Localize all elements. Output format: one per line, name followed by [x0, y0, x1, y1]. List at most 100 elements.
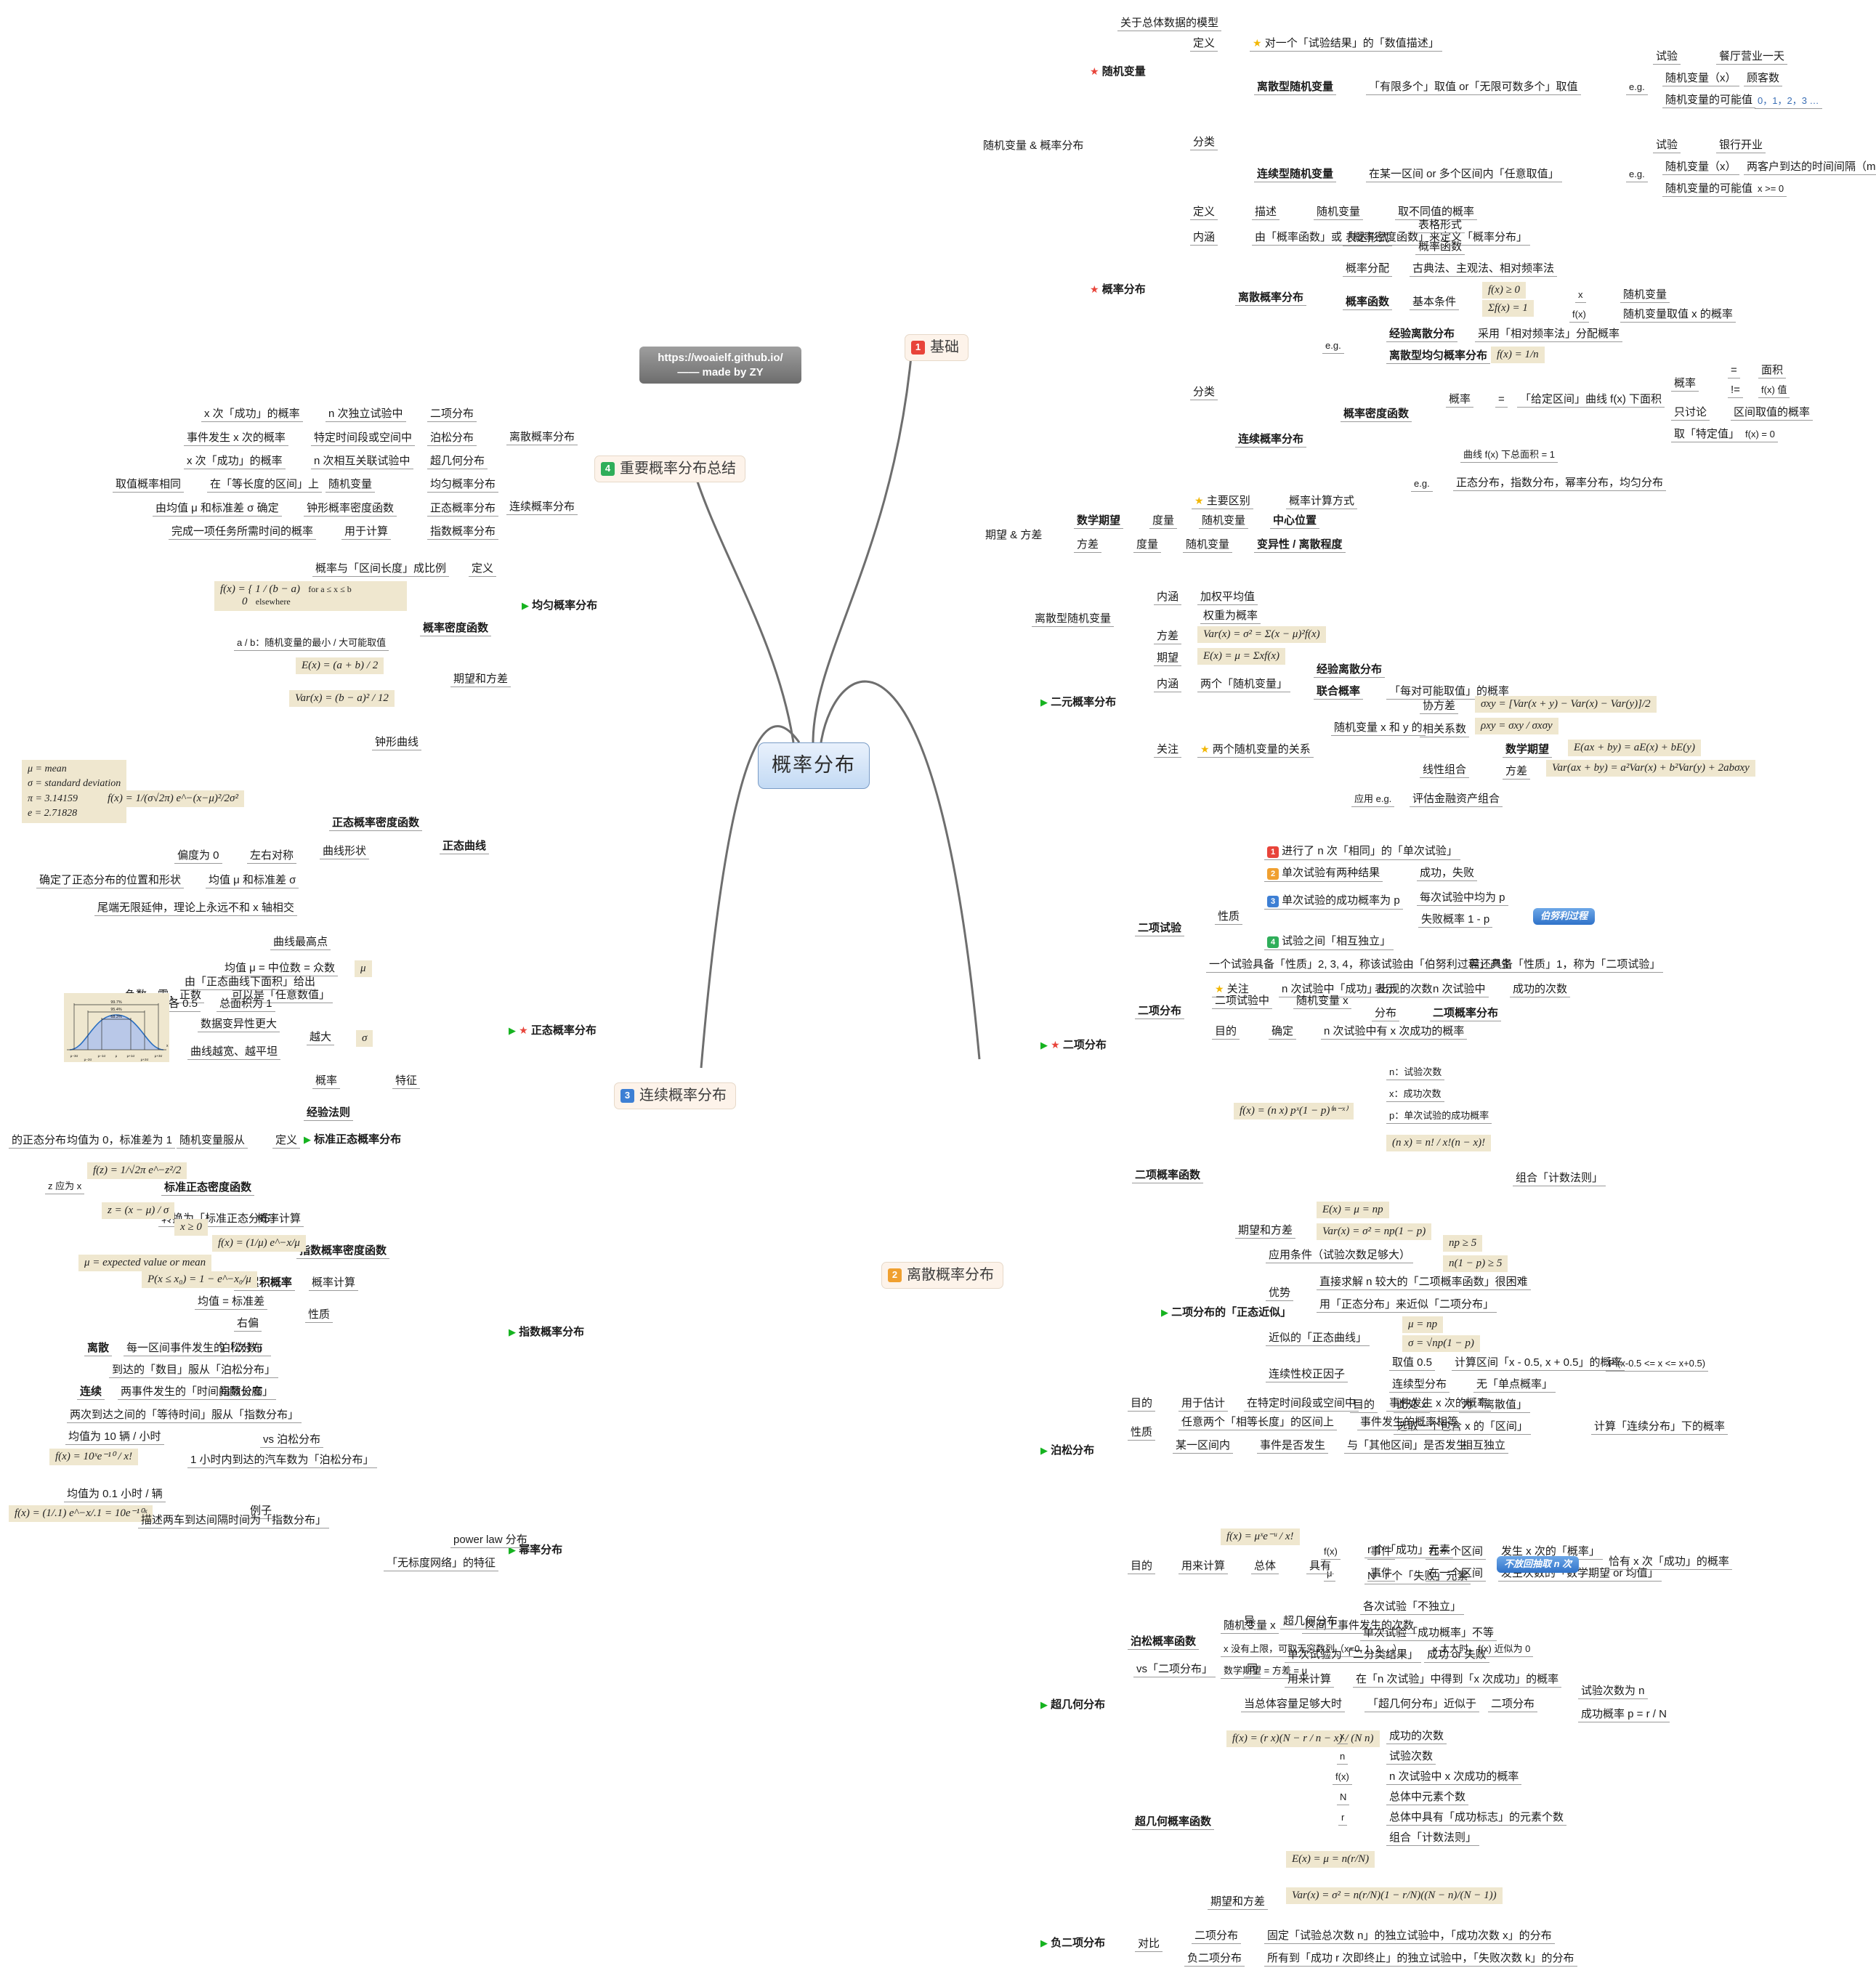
hyp-big-d2: 成功概率 p = r / N [1578, 1707, 1670, 1723]
std-def-a: 随机变量服从 [177, 1133, 248, 1149]
stdnormal-title[interactable]: ▶ 标准正态概率分布 [304, 1133, 401, 1146]
biv-empirical: 经验离散分布 [1314, 663, 1386, 679]
sum-r1c: 泊松分布 [427, 431, 477, 447]
sum-r2a: x 次「成功」的概率 [184, 454, 286, 470]
pd-continuous-eg: e.g. [1411, 478, 1433, 492]
bnorm-cond2: n(1 − p) ≥ 5 [1443, 1255, 1508, 1273]
negbin-title[interactable]: ▶ 负二项分布 [1040, 1937, 1105, 1949]
pd-pf-cond: 基本条件 [1410, 295, 1460, 311]
hyp-goal-c: 具有 [1306, 1559, 1335, 1575]
star-icon: ★ [1051, 1039, 1060, 1050]
pois-goal-b: 在特定时间段或空间中 [1244, 1396, 1359, 1412]
sum-r2b: n 次相互关联试验中 [311, 454, 413, 470]
exponential-title[interactable]: ▶ 指数概率分布 [509, 1326, 584, 1338]
bpf-ev-label: 期望和方差 [1235, 1223, 1296, 1239]
sum-r3c: 随机变量 [326, 477, 376, 493]
bnorm-approx-mu: μ = np [1402, 1316, 1444, 1334]
drv-exp-label: 期望 [1154, 651, 1182, 667]
normal-title[interactable]: ▶ ★ 正态概率分布 [509, 1024, 597, 1037]
pd-title-label: 概率分布 [1101, 283, 1146, 296]
bpf-t0: n：试验次数 [1386, 1066, 1445, 1080]
negbin-r1b: 固定「试验总次数 n」的独立试验中，「成功次数 x」的分布 [1264, 1929, 1555, 1945]
pd-pf-label: 概率函数 [1343, 295, 1393, 311]
flag-icon: ▶ [1040, 697, 1048, 708]
hyp-t5v: 组合「计数法则」 [1386, 1831, 1480, 1847]
binomial-title[interactable]: ▶ ★ 二项分布 [1040, 1039, 1107, 1051]
uniform-title[interactable]: ▶ 均匀概率分布 [522, 599, 597, 612]
exp-pdf-formula: f(x) = (1/μ) e^−x/μ [212, 1235, 306, 1252]
pd-eg2: 离散型均匀概率分布 [1386, 349, 1491, 365]
normal-sigma-bigger: 越大 [307, 1030, 335, 1046]
pois-pf-label: 泊松概率函数 [1128, 1635, 1200, 1651]
pois-prop2a: 某一区间内 [1173, 1438, 1234, 1454]
sum-r5b: 用于计算 [341, 525, 392, 540]
hyper-title[interactable]: ▶ 超几何分布 [1040, 1698, 1105, 1711]
bnorm-corr-calc-v: P (x-0.5 <= x <= x+0.5) [1606, 1358, 1709, 1372]
btrial-p1x: 成功，失败 [1417, 866, 1478, 882]
poisson-title[interactable]: ▶ 泊松分布 [1040, 1444, 1094, 1457]
bnorm-corr-calc-label: 计算区间「x - 0.5, x + 0.5」的概率 [1452, 1356, 1625, 1372]
uni-def-value: 概率与「区间长度」成比例 [312, 562, 450, 578]
chart-label-954: 95.4% [110, 1008, 121, 1012]
pois-sym-fx: f(x) [1321, 1546, 1341, 1560]
rv-title-label: 随机变量 [1101, 65, 1146, 78]
hyp-goal-d2: N - r 个「失败」元素 [1364, 1569, 1471, 1585]
normal-feat-label: 特征 [392, 1074, 421, 1090]
root-node[interactable]: 概率分布 [758, 742, 870, 789]
pd-def-a: 描述 [1252, 205, 1280, 221]
normal-mu-label: μ [355, 960, 372, 978]
rv-title: ★ 随机变量 [1090, 65, 1146, 78]
exp-calc-label: 概率计算 [309, 1276, 359, 1292]
branch-label: 离散概率分布 [907, 1267, 994, 1283]
normal-pdf-label: 正态概率密度函数 [329, 816, 423, 832]
normal-shape1b: 左右对称 [247, 849, 297, 864]
hyp-goal-d1: r 个「成功」元素 [1364, 1543, 1454, 1559]
pois-prop1a: 任意两个「相等长度」的区间上 [1178, 1415, 1338, 1431]
rv-d-r0k: 试验 [1653, 49, 1681, 65]
normal-shape1a: 偏度为 0 [174, 849, 222, 864]
branch-basics[interactable]: 1 基础 [905, 334, 969, 361]
hyp-diff-title: 超几何分布 [1280, 1614, 1341, 1630]
btrial-prop-label: 性质 [1215, 910, 1243, 926]
btrial-p3: 4 试验之间「相互独立」 [1264, 934, 1394, 951]
negbin-r1a: 二项分布 [1192, 1929, 1242, 1945]
star-icon: ★ [1253, 37, 1262, 49]
pois-goal-c: 事件发生 x 次的概率 [1386, 1396, 1491, 1412]
hyp-same1b: 成功 or 失败 [1424, 1648, 1489, 1664]
normal-shape2a: 确定了正态分布的位置和形状 [36, 873, 185, 889]
prop-number: 3 [1267, 896, 1279, 908]
btrial-title: 二项试验 [1135, 921, 1185, 937]
sum-r1b: 特定时间段或空间中 [311, 431, 416, 447]
branch-summary[interactable]: 4 重要概率分布总结 [594, 455, 745, 482]
bdist-r2d: 二项概率分布 [1430, 1006, 1502, 1022]
pd-total-area: 曲线 f(x) 下总面积 = 1 [1460, 449, 1558, 463]
hyp-t3v: 总体中元素个数 [1386, 1790, 1469, 1806]
negbin-r2a: 负二项分布 [1184, 1951, 1245, 1967]
summary-continuous-label: 连续概率分布 [506, 500, 578, 516]
branch-continuous[interactable]: 3 连续概率分布 [614, 1082, 736, 1109]
power-a: power law 分布 [450, 1533, 530, 1549]
sum-r3a: 取值概率相同 [113, 477, 185, 493]
pois-goal-a: 用于估计 [1178, 1396, 1229, 1412]
ev-r1c: 随机变量 [1183, 538, 1233, 554]
exp-ex1-mean: 均值为 10 辆 / 小时 [65, 1430, 164, 1446]
normal-sigma-label: σ [356, 1030, 373, 1048]
normal-sig2: 曲线越宽、越平坦 [187, 1045, 281, 1061]
pd-sub1-op: != [1728, 383, 1743, 399]
bivariate-title[interactable]: ▶ 二元概率分布 [1040, 696, 1116, 708]
hyp-pf-formula: f(x) = (r x)(N − r / n − x) / (N n) [1226, 1730, 1380, 1748]
exp-ex1-formula: f(x) = 10ˣe⁻¹⁰ / x! [49, 1449, 139, 1466]
bdist-r1a: 二项试验中 [1212, 994, 1273, 1010]
pd-sym-fx: f(x) [1569, 309, 1589, 323]
pd-discrete-name: 离散概率分布 [1235, 291, 1307, 307]
std-def-label: 定义 [272, 1133, 301, 1149]
bpf-var-formula: Var(x) = σ² = np(1 − p) [1317, 1223, 1432, 1241]
branch-discrete[interactable]: 2 离散概率分布 [881, 1262, 1003, 1289]
std-z-formula: z = (x − μ) / σ [102, 1202, 175, 1220]
sum-r3b: 在「等长度的区间」上 [207, 477, 323, 493]
bernoulli-bubble: 伯努利过程 [1533, 908, 1596, 925]
empirical-rule-chart: 99.7% 95.4% 68.3% μ−3σ μ−2σ μ−1σ μ μ+1σ … [64, 993, 169, 1062]
flag-icon: ▶ [509, 1025, 516, 1036]
drv-inner-label: 内涵 [1154, 590, 1182, 606]
bdist-goal-label: 目的 [1212, 1024, 1240, 1040]
